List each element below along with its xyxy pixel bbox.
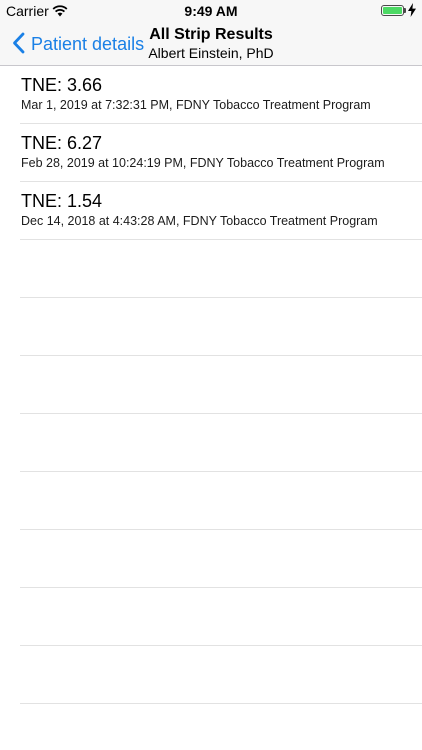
result-title: TNE: 3.66 bbox=[21, 75, 103, 95]
empty-row bbox=[0, 240, 422, 298]
battery-icon bbox=[381, 5, 404, 16]
empty-row bbox=[0, 472, 422, 530]
empty-row bbox=[0, 298, 422, 356]
battery-tip bbox=[404, 8, 406, 13]
navigation-bar: Patient details All Strip Results Albert… bbox=[0, 22, 422, 66]
results-list: TNE: 3.66 Mar 1, 2019 at 7:32:31 PM, FDN… bbox=[0, 66, 422, 704]
result-row[interactable]: TNE: 6.27 Feb 28, 2019 at 10:24:19 PM, F… bbox=[0, 124, 422, 182]
result-subtitle: Feb 28, 2019 at 10:24:19 PM, FDNY Tobacc… bbox=[21, 156, 385, 170]
empty-row bbox=[0, 646, 422, 704]
result-subtitle: Dec 14, 2018 at 4:43:28 AM, FDNY Tobacco… bbox=[21, 214, 378, 228]
empty-row bbox=[0, 588, 422, 646]
result-title: TNE: 1.54 bbox=[21, 191, 103, 211]
status-bar: Carrier 9:49 AM bbox=[0, 0, 422, 22]
result-title: TNE: 6.27 bbox=[21, 133, 103, 153]
status-time: 9:49 AM bbox=[184, 3, 238, 19]
empty-row bbox=[0, 356, 422, 414]
result-subtitle: Mar 1, 2019 at 7:32:31 PM, FDNY Tobacco … bbox=[21, 98, 371, 112]
charging-bolt-icon bbox=[408, 3, 416, 20]
result-row[interactable]: TNE: 1.54 Dec 14, 2018 at 4:43:28 AM, FD… bbox=[0, 182, 422, 240]
page-subtitle: Albert Einstein, PhD bbox=[148, 45, 274, 61]
empty-row bbox=[0, 414, 422, 472]
empty-row bbox=[0, 530, 422, 588]
result-row[interactable]: TNE: 3.66 Mar 1, 2019 at 7:32:31 PM, FDN… bbox=[0, 66, 422, 124]
page-title: All Strip Results bbox=[149, 26, 273, 43]
battery-level bbox=[383, 7, 402, 14]
